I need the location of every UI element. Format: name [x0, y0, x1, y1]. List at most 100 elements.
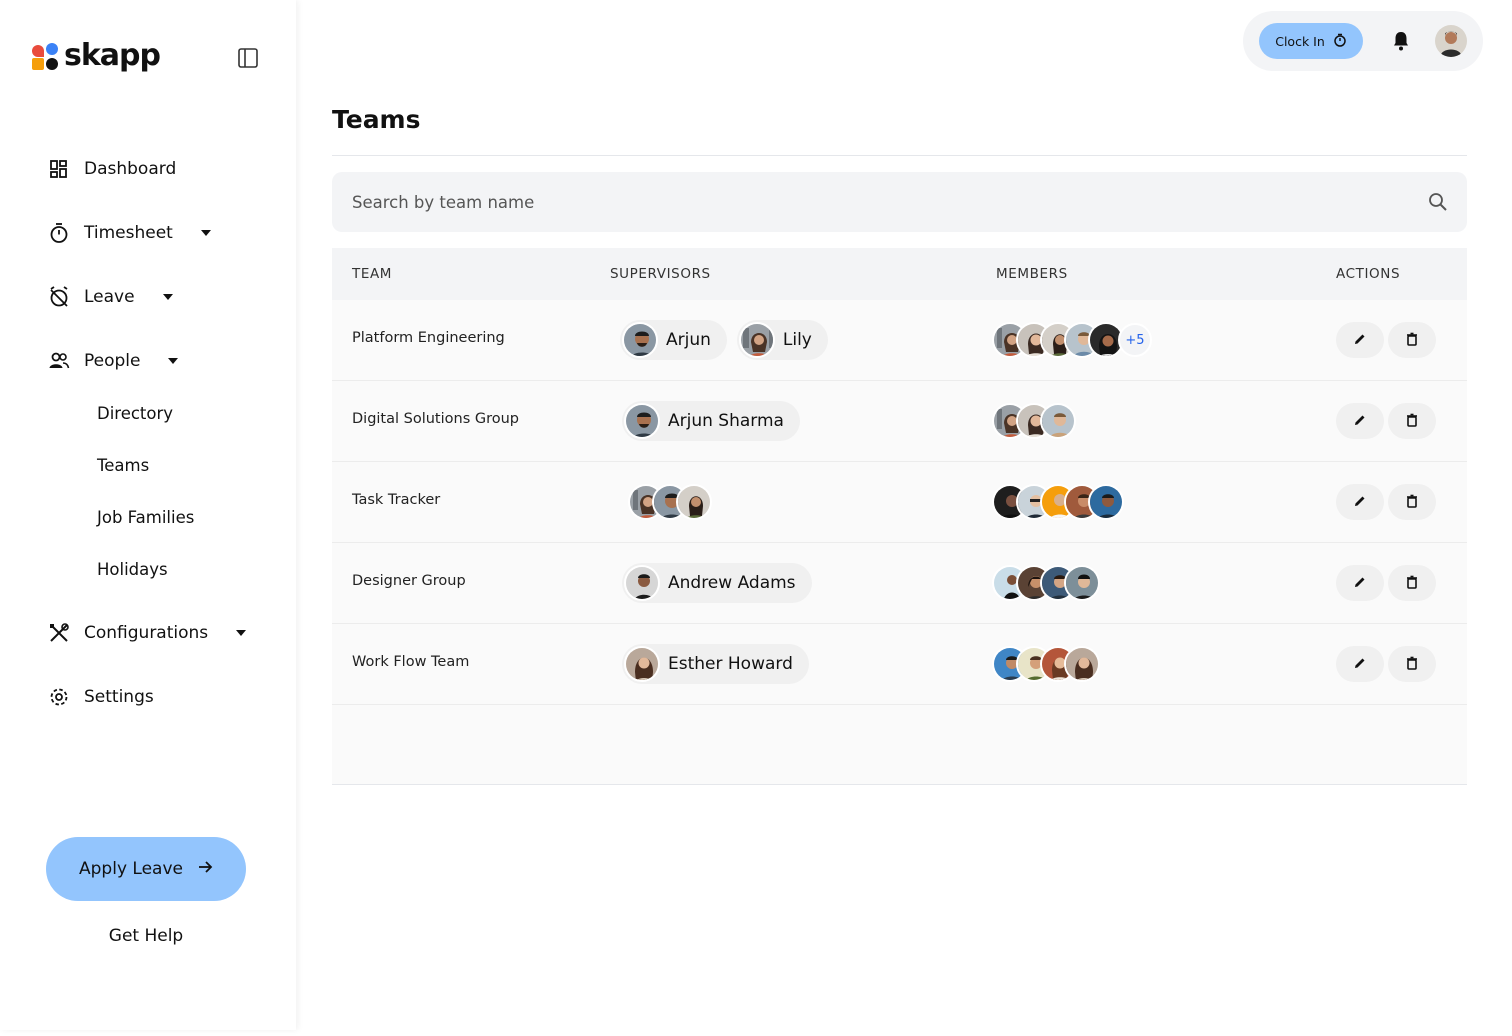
- clock-in-button[interactable]: Clock In: [1259, 23, 1363, 59]
- table-row[interactable]: Designer Group Andrew Adams: [332, 543, 1467, 624]
- team-name: Platform Engineering: [352, 330, 505, 346]
- avatar: [624, 646, 660, 682]
- team-search: [332, 172, 1467, 232]
- column-header-team: TEAM: [352, 266, 393, 282]
- supervisor-list: Esther Howard: [622, 644, 809, 684]
- pencil-icon: [1353, 494, 1367, 511]
- logo-mark-icon: [30, 41, 60, 71]
- table-header: TEAM SUPERVISORS MEMBERS ACTIONS: [332, 248, 1467, 300]
- supervisor-chip[interactable]: Esther Howard: [622, 644, 809, 684]
- sidebar-item-configurations[interactable]: Configurations: [48, 622, 247, 644]
- stopwatch-icon: [1333, 33, 1347, 50]
- supervisor-chip[interactable]: Lily: [736, 320, 828, 360]
- supervisor-chip[interactable]: Andrew Adams: [622, 563, 812, 603]
- avatar: [738, 322, 775, 358]
- sidebar-item-settings[interactable]: Settings: [48, 686, 154, 708]
- get-help-link[interactable]: Get Help: [46, 926, 246, 946]
- sidebar-item-people[interactable]: People: [48, 350, 179, 372]
- supervisor-name: Lily: [782, 330, 812, 350]
- supervisor-chip[interactable]: Arjun Sharma: [622, 401, 800, 441]
- supervisor-list: Andrew Adams: [622, 563, 812, 603]
- people-icon: [48, 350, 70, 372]
- team-name: Work Flow Team: [352, 654, 470, 670]
- avatar: [1088, 484, 1124, 520]
- table-row[interactable]: Platform Engineering Arjun Lily +5: [332, 300, 1467, 381]
- apply-leave-button[interactable]: Apply Leave: [46, 837, 246, 901]
- delete-button[interactable]: [1388, 484, 1436, 520]
- trash-icon: [1405, 413, 1419, 430]
- logo-text: skapp: [64, 38, 161, 73]
- edit-button[interactable]: [1336, 403, 1384, 439]
- edit-button[interactable]: [1336, 646, 1384, 682]
- team-name: Task Tracker: [352, 492, 441, 508]
- title-divider: [332, 155, 1467, 156]
- supervisor-avatars[interactable]: [628, 484, 712, 520]
- sidebar-collapse-icon[interactable]: [236, 46, 260, 70]
- supervisor-name: Arjun Sharma: [668, 411, 784, 431]
- arrow-right-icon: [197, 859, 213, 880]
- table-row[interactable]: Task Tracker: [332, 462, 1467, 543]
- sidebar-item-label: Timesheet: [84, 223, 173, 243]
- pencil-icon: [1353, 413, 1367, 430]
- edit-button[interactable]: [1336, 322, 1384, 358]
- avatar: [1040, 403, 1076, 439]
- sidebar-subitem-directory[interactable]: Directory: [97, 404, 173, 423]
- delete-button[interactable]: [1388, 565, 1436, 601]
- search-icon[interactable]: [1426, 190, 1450, 214]
- sidebar-item-label: Leave: [84, 287, 135, 307]
- delete-button[interactable]: [1388, 322, 1436, 358]
- pencil-icon: [1353, 656, 1367, 673]
- notification-bell-icon[interactable]: [1389, 29, 1413, 53]
- sidebar: skapp Dashboard Timesheet Leave People D…: [0, 0, 296, 1030]
- dashboard-icon: [48, 158, 70, 180]
- supervisor-name: Arjun: [666, 330, 711, 350]
- sidebar-item-label: People: [84, 351, 141, 371]
- sidebar-item-label: Configurations: [84, 623, 209, 643]
- chevron-down-icon: [200, 230, 211, 236]
- apply-leave-label: Apply Leave: [79, 859, 183, 879]
- supervisor-name: Esther Howard: [668, 654, 793, 674]
- delete-button[interactable]: [1388, 646, 1436, 682]
- column-header-actions: ACTIONS: [1336, 266, 1401, 282]
- member-avatars[interactable]: [992, 565, 1100, 601]
- avatar: [624, 403, 660, 439]
- supervisor-chip[interactable]: Arjun: [620, 320, 727, 360]
- more-members-badge[interactable]: +5: [1118, 323, 1152, 357]
- avatar: [622, 322, 658, 358]
- topbar: Clock In: [1243, 11, 1483, 71]
- edit-button[interactable]: [1336, 565, 1384, 601]
- user-avatar[interactable]: [1435, 25, 1467, 57]
- member-avatars[interactable]: +5: [992, 322, 1152, 358]
- supervisor-name: Andrew Adams: [668, 573, 796, 593]
- search-input[interactable]: [332, 172, 1412, 232]
- trash-icon: [1405, 332, 1419, 349]
- sidebar-subitem-teams[interactable]: Teams: [97, 456, 149, 475]
- sidebar-item-label: Dashboard: [84, 159, 177, 179]
- sidebar-item-dashboard[interactable]: Dashboard: [48, 158, 176, 180]
- trash-icon: [1405, 575, 1419, 592]
- team-name: Digital Solutions Group: [352, 411, 520, 427]
- team-name: Designer Group: [352, 573, 466, 589]
- member-avatars[interactable]: [992, 403, 1076, 439]
- column-header-supervisors: SUPERVISORS: [610, 266, 711, 282]
- trash-icon: [1405, 494, 1419, 511]
- table-row[interactable]: Work Flow Team Esther Howard: [332, 624, 1467, 705]
- avatar: [624, 565, 660, 601]
- sidebar-item-label: Settings: [84, 687, 154, 707]
- chevron-down-icon: [162, 294, 173, 300]
- supervisor-list: Arjun Lily: [620, 320, 828, 360]
- sidebar-subitem-job-families[interactable]: Job Families: [97, 508, 194, 527]
- edit-button[interactable]: [1336, 484, 1384, 520]
- sidebar-item-timesheet[interactable]: Timesheet: [48, 222, 211, 244]
- member-avatars[interactable]: [992, 484, 1124, 520]
- app-logo[interactable]: skapp: [30, 38, 161, 73]
- sidebar-subitem-holidays[interactable]: Holidays: [97, 560, 168, 579]
- alarm-off-icon: [48, 286, 70, 308]
- supervisor-list: Arjun Sharma: [622, 401, 800, 441]
- delete-button[interactable]: [1388, 403, 1436, 439]
- stopwatch-icon: [48, 222, 70, 244]
- table-row[interactable]: Digital Solutions Group Arjun Sharma: [332, 381, 1467, 462]
- clock-in-label: Clock In: [1275, 33, 1325, 49]
- member-avatars[interactable]: [992, 646, 1100, 682]
- sidebar-item-leave[interactable]: Leave: [48, 286, 173, 308]
